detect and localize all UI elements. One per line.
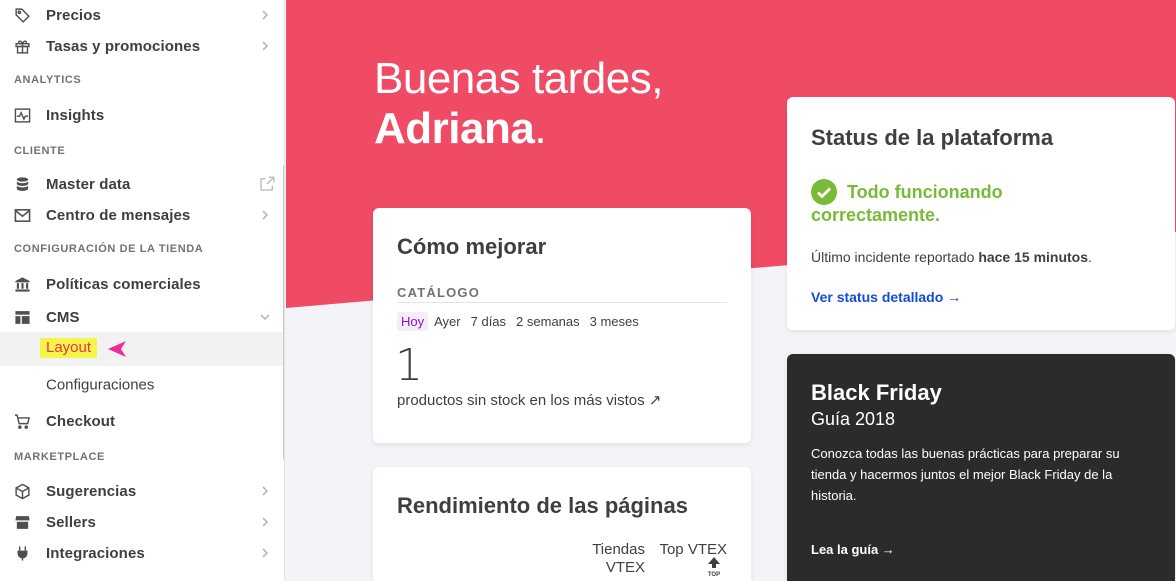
pointer-arrow-icon [108,341,126,357]
sidebar-item-insights[interactable]: Insights [0,100,283,130]
sidebar-item-integraciones[interactable]: Integraciones [0,538,283,568]
sidebar-item-tasas[interactable]: Tasas y promociones [0,31,283,61]
main-content: Buenas tardes, Adriana. Cómo mejorar CAT… [286,0,1176,581]
greeting: Buenas tardes, Adriana. [374,54,663,154]
chevron-right-icon [258,8,272,22]
incident-suffix: . [1088,249,1092,265]
sidebar-item-precios[interactable]: Precios [0,0,283,30]
platform-status-card: Status de la plataforma Todo funcionando… [787,97,1175,330]
incident-prefix: Último incidente reportado [811,249,979,265]
top-arrow-icon: TOP [708,557,720,578]
greeting-text: Buenas tardes, [374,54,663,103]
sidebar-item-label: Políticas comerciales [46,275,201,293]
layout-icon [13,308,31,326]
divider [397,302,727,303]
cart-icon [13,412,31,430]
period-selector: Hoy Ayer 7 días 2 semanas 3 meses [397,312,643,331]
out-of-stock-count: 1 [395,340,423,391]
period-hoy[interactable]: Hoy [397,312,429,331]
period-3-meses[interactable]: 3 meses [586,312,643,331]
status-card-title: Status de la plataforma [811,125,1054,150]
tag-icon [13,6,31,24]
sidebar-item-sellers[interactable]: Sellers [0,507,283,537]
catalog-section-title: CATÁLOGO [397,285,481,300]
sidebar-item-label: Sugerencias [46,482,137,500]
period-2-semanas[interactable]: 2 semanas [512,312,584,331]
out-of-stock-link[interactable]: productos sin stock en los más vistos ↗ [397,391,661,409]
gift-icon [13,37,31,55]
mail-icon [13,206,31,224]
read-guide-link[interactable]: Lea la guía → [811,542,895,557]
black-friday-description: Conozca todas las buenas prácticas para … [811,446,1120,503]
sidebar-item-cms[interactable]: CMS [0,302,283,332]
period-7-dias[interactable]: 7 días [467,312,510,331]
chevron-right-icon [258,515,272,529]
black-friday-card: Black Friday Guía 2018 Conozca todas las… [787,354,1175,581]
sidebar-item-sugerencias[interactable]: Sugerencias [0,476,283,506]
sidebar-item-label: Sellers [46,513,96,531]
user-name: Adriana [374,104,535,153]
sidebar-item-label: Integraciones [46,544,145,562]
layout-highlight-label: Layout [40,338,98,358]
chevron-right-icon [258,208,272,222]
incident-time: hace 15 minutos [978,249,1089,265]
status-ok-text: Todo funcionando correctamente. [811,182,1003,225]
activity-icon [13,106,31,124]
sidebar-item-label: Tasas y promociones [46,37,201,55]
column-header-line: Tiendas [592,541,645,558]
sidebar-item-mensajes[interactable]: Centro de mensajes [0,200,283,230]
black-friday-subtitle: Guía 2018 [811,409,896,429]
improve-card: Cómo mejorar CATÁLOGO Hoy Ayer 7 días 2 … [373,208,751,443]
chevron-down-icon [258,310,272,324]
period-ayer[interactable]: Ayer [430,312,465,331]
external-link-icon [258,175,276,193]
sidebar-item-label: Checkout [46,412,116,430]
chevron-right-icon [258,484,272,498]
top-badge-text: TOP [708,572,720,578]
sidebar: Precios Tasas y promociones ANALYTICS In… [0,0,285,581]
sidebar-scrollbar[interactable] [283,165,284,460]
sidebar-item-masterdata[interactable]: Master data [0,169,283,199]
chevron-right-icon [258,546,272,560]
last-incident-text: Último incidente reportado hace 15 minut… [811,249,1092,265]
improve-card-title: Cómo mejorar [397,234,547,259]
sidebar-item-label: Centro de mensajes [46,206,191,224]
greeting-period: . [534,104,547,153]
chevron-right-icon [258,39,272,53]
sidebar-item-label: Insights [46,106,105,124]
section-title-analytics: ANALYTICS [14,74,82,86]
database-icon [13,175,31,193]
sidebar-subitem-layout[interactable]: Layout [0,332,283,366]
sidebar-subitem-configuraciones[interactable]: Configuraciones [0,368,283,402]
section-title-config: CONFIGURACIÓN DE LA TIENDA [14,243,204,255]
performance-card-title: Rendimiento de las páginas [397,493,688,518]
section-title-cliente: CLIENTE [14,145,66,157]
store-icon [13,513,31,531]
section-title-marketplace: MARKETPLACE [14,451,105,463]
sidebar-item-label: Precios [46,6,101,24]
status-detail-link[interactable]: Ver status detallado → [811,289,961,305]
bank-icon [13,275,31,293]
black-friday-title: Black Friday [811,380,942,405]
page-performance-card: Rendimiento de las páginas Tiendas VTEX … [373,467,751,581]
cube-icon [13,482,31,500]
sidebar-item-checkout[interactable]: Checkout [0,406,283,436]
plug-icon [13,544,31,562]
column-header-line: VTEX [605,559,645,576]
column-header-tiendas-vtex: Tiendas VTEX [573,541,645,577]
sidebar-item-label: Master data [46,175,131,193]
sidebar-item-politicas[interactable]: Políticas comerciales [0,269,283,299]
sidebar-subitem-label: Configuraciones [46,376,155,394]
sidebar-item-label: CMS [46,308,80,326]
